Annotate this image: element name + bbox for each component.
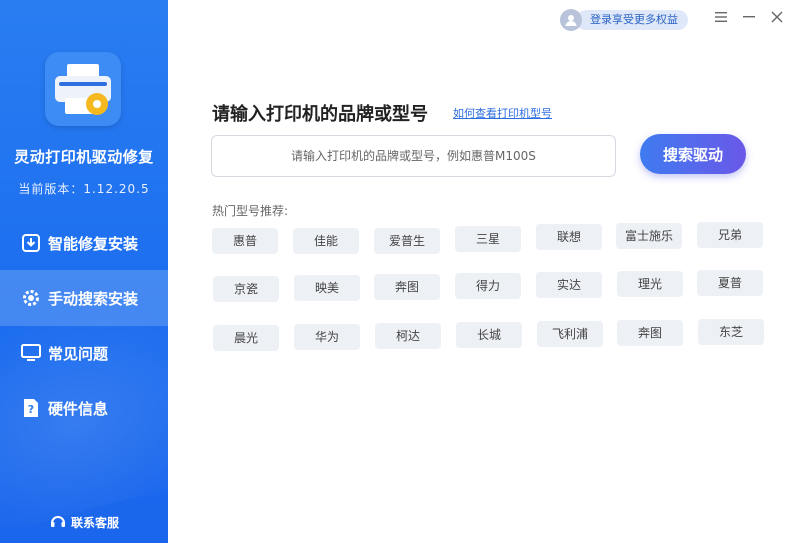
model-tag[interactable]: 华为 (294, 324, 360, 350)
model-tag[interactable]: 惠普 (212, 228, 278, 254)
model-tag[interactable]: 晨光 (213, 325, 279, 351)
model-tag[interactable]: 飞利浦 (537, 321, 603, 347)
model-tag[interactable]: 奔图 (374, 274, 440, 300)
model-tag[interactable]: 理光 (617, 271, 683, 297)
printer-logo-icon (55, 64, 111, 115)
page-title: 请输入打印机的品牌或型号 (212, 104, 428, 125)
sidebar-item-faq[interactable]: 常见问题 (0, 325, 168, 381)
contact-support-button[interactable]: 联系客服 (0, 511, 168, 533)
contact-support-label: 联系客服 (70, 515, 119, 530)
model-tag[interactable]: 富士施乐 (616, 223, 682, 249)
model-tag[interactable]: 实达 (536, 272, 602, 298)
download-box-icon (20, 232, 42, 254)
headset-icon (49, 513, 67, 531)
menu-icon[interactable] (712, 8, 730, 26)
sidebar-item-smart-repair[interactable]: 智能修复安装 (0, 215, 168, 271)
model-tag[interactable]: 三星 (455, 226, 521, 252)
model-tag[interactable]: 夏普 (697, 270, 763, 296)
settings-icon (20, 287, 42, 309)
model-tag[interactable]: 京瓷 (213, 276, 279, 302)
login-button[interactable]: 登录享受更多权益 (576, 10, 688, 30)
minimize-icon[interactable] (740, 8, 758, 26)
model-tag[interactable]: 东芝 (698, 319, 764, 345)
model-tag[interactable]: 爱普生 (374, 228, 440, 254)
question-doc-icon: ? (20, 397, 42, 419)
app-version: 当前版本：1.12.20.5 (18, 182, 150, 196)
help-link[interactable]: 如何查看打印机型号 (453, 105, 552, 121)
sidebar-item-label: 手动搜索安装 (48, 289, 139, 308)
svg-text:?: ? (28, 403, 34, 416)
sidebar-item-label: 硬件信息 (48, 399, 109, 418)
model-tag[interactable]: 映美 (294, 275, 360, 301)
sidebar: 灵动打印机驱动修复 当前版本：1.12.20.5 智能修复安装 手动搜索安装 常… (0, 0, 168, 543)
sidebar-item-label: 常见问题 (48, 344, 109, 363)
sidebar-item-label: 智能修复安装 (48, 234, 139, 253)
user-login-area[interactable]: 登录享受更多权益 (560, 8, 688, 32)
search-driver-button[interactable]: 搜索驱动 (640, 134, 746, 174)
model-tag[interactable]: 奔图 (617, 320, 683, 346)
monitor-icon (20, 342, 42, 364)
model-tag[interactable]: 长城 (456, 322, 522, 348)
sidebar-item-manual-search[interactable]: 手动搜索安装 (0, 270, 168, 326)
model-tag[interactable]: 联想 (536, 224, 602, 250)
model-tag[interactable]: 得力 (455, 273, 521, 299)
close-icon[interactable] (768, 8, 786, 26)
sidebar-item-hardware-info[interactable]: ? 硬件信息 (0, 380, 168, 436)
model-tag[interactable]: 兄弟 (697, 222, 763, 248)
model-tag[interactable]: 柯达 (375, 323, 441, 349)
search-input[interactable] (211, 135, 616, 177)
app-title: 灵动打印机驱动修复 (14, 148, 154, 166)
model-tag[interactable]: 佳能 (293, 228, 359, 254)
user-avatar-icon[interactable] (560, 9, 582, 31)
app-logo (45, 52, 121, 126)
hot-models-label: 热门型号推荐: (212, 204, 289, 218)
